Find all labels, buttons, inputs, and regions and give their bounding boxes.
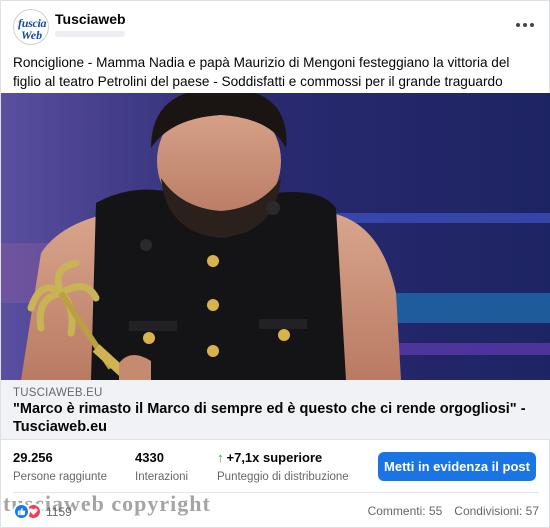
comments-count[interactable]: Commenti: 55 xyxy=(368,504,443,518)
engagement-counts: Commenti: 55 Condivisioni: 57 xyxy=(368,504,539,518)
link-title[interactable]: "Marco è rimasto il Marco di sempre ed è… xyxy=(13,400,533,436)
post-image[interactable] xyxy=(1,93,550,380)
stat-people-reached: 29.256 Persone raggiunte xyxy=(13,450,107,483)
post-meta-placeholder xyxy=(55,31,125,37)
like-icon xyxy=(13,503,30,520)
post-insights: 29.256 Persone raggiunte 4330 Interazion… xyxy=(1,440,550,492)
stat-distribution: ↑ +7,1x superiore Punteggio di distribuz… xyxy=(217,450,349,483)
stat-interactions: 4330 Interazioni xyxy=(135,450,188,483)
post-image-illustration xyxy=(1,93,550,380)
interactions-value: 4330 xyxy=(135,450,164,465)
post-footer: 1159 tusciaweb copyright Commenti: 55 Co… xyxy=(1,491,550,528)
arrow-up-icon: ↑ xyxy=(217,450,224,465)
link-domain: TUSCIAWEB.EU xyxy=(13,387,103,399)
shares-count[interactable]: Condivisioni: 57 xyxy=(454,504,539,518)
post-card: fuscia Web Tusciaweb Ronciglione - Mamma… xyxy=(0,0,550,528)
interactions-label: Interazioni xyxy=(135,471,189,483)
people-reached-value: 29.256 xyxy=(13,450,53,465)
distribution-label: Punteggio di distribuzione xyxy=(217,471,349,483)
link-preview[interactable]: TUSCIAWEB.EU "Marco è rimasto il Marco d… xyxy=(1,380,550,440)
more-horizontal-icon[interactable] xyxy=(513,15,537,35)
people-reached-label: Persone raggiunte xyxy=(13,471,107,483)
distribution-row: ↑ +7,1x superiore xyxy=(217,450,349,465)
page-name-link[interactable]: Tusciaweb xyxy=(55,11,126,27)
distribution-value: +7,1x superiore xyxy=(226,450,323,465)
boost-post-button[interactable]: Metti in evidenza il post xyxy=(378,452,536,481)
page-avatar[interactable]: fuscia Web xyxy=(13,9,49,45)
post-header: fuscia Web Tusciaweb xyxy=(1,1,550,49)
avatar-logo-text-bottom: Web xyxy=(21,28,43,42)
